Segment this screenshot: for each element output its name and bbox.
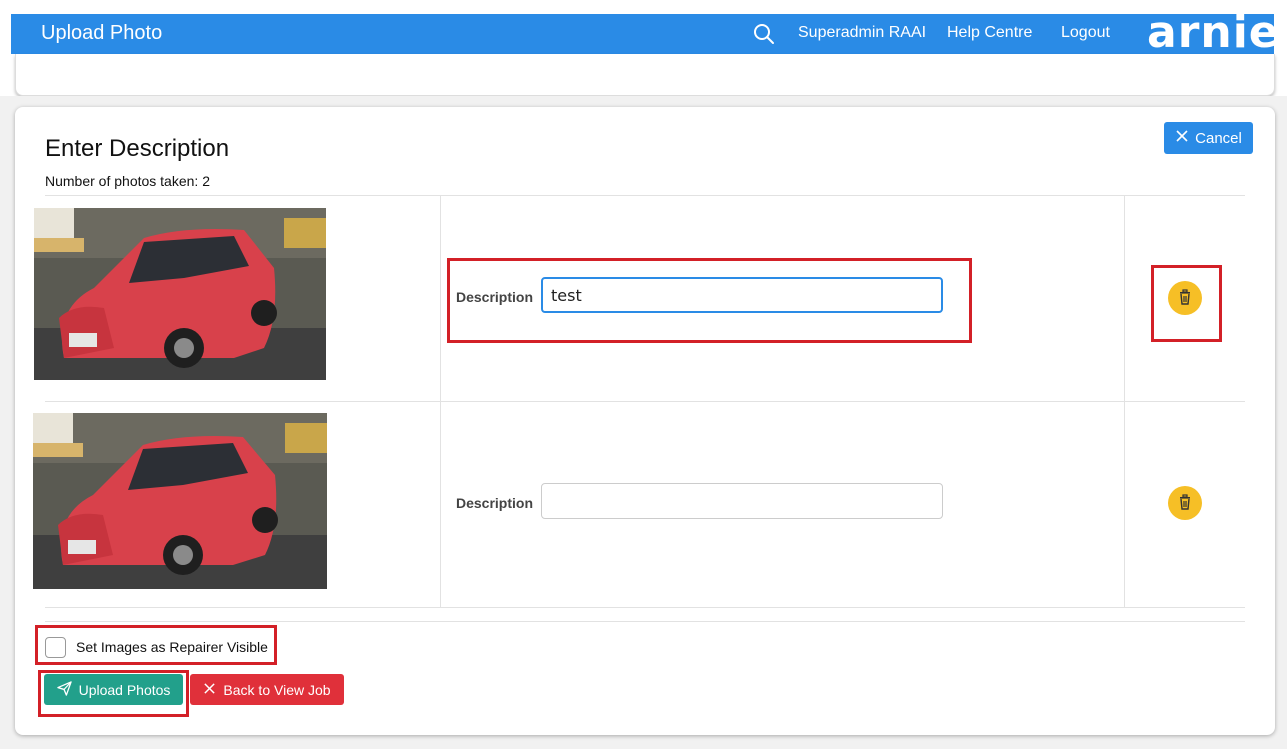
trash-icon <box>1177 493 1193 513</box>
photo-cell <box>34 196 441 401</box>
description-label: Description <box>456 495 534 511</box>
send-icon <box>56 680 72 699</box>
description-input-2[interactable] <box>541 483 943 519</box>
back-to-view-job-button[interactable]: Back to View Job <box>190 674 344 705</box>
description-cell: Description <box>441 196 1125 401</box>
description-card: Enter Description Number of photos taken… <box>15 107 1275 735</box>
repairer-visible-label[interactable]: Set Images as Repairer Visible <box>76 639 268 655</box>
repairer-visible-checkbox[interactable] <box>45 636 66 658</box>
page-title: Upload Photo <box>41 22 163 44</box>
car-photo-1 <box>34 208 326 380</box>
photo-cell <box>33 402 441 607</box>
top-navbar: Upload Photo Superadmin RAAI Help Centre… <box>11 11 1279 55</box>
arnie-logo[interactable]: arnie <box>1147 11 1280 55</box>
trash-icon <box>1177 288 1193 308</box>
cancel-button[interactable]: Cancel <box>1164 122 1253 154</box>
card-title: Enter Description <box>45 135 230 162</box>
photo-row: Description <box>33 402 1245 608</box>
description-cell: Description <box>441 402 1125 607</box>
cancel-label: Cancel <box>1195 129 1242 147</box>
divider <box>45 621 1245 622</box>
search-icon[interactable] <box>752 22 776 46</box>
photo-count: Number of photos taken: 2 <box>45 173 210 189</box>
delete-cell <box>1125 196 1245 401</box>
delete-cell <box>1125 402 1245 607</box>
delete-photo-button-2[interactable] <box>1168 486 1202 520</box>
header-strip <box>15 54 1275 96</box>
car-photo-2 <box>33 413 327 589</box>
nav-user-link[interactable]: Superadmin RAAI <box>798 24 926 42</box>
description-label: Description <box>456 289 534 305</box>
description-input-1[interactable] <box>541 277 943 313</box>
back-to-view-job-label: Back to View Job <box>223 681 331 698</box>
repairer-visible-option[interactable]: Set Images as Repairer Visible <box>45 636 268 658</box>
upload-photos-button[interactable]: Upload Photos <box>44 674 183 705</box>
photo-row: Description <box>34 196 1245 402</box>
nav-logout-link[interactable]: Logout <box>1061 24 1110 42</box>
close-icon <box>1175 129 1189 147</box>
photos-table: Description test Description <box>33 195 1245 608</box>
upload-photos-label: Upload Photos <box>78 681 171 698</box>
nav-help-centre-link[interactable]: Help Centre <box>947 24 1032 42</box>
delete-photo-button-1[interactable] <box>1168 281 1202 315</box>
close-icon <box>203 682 216 698</box>
